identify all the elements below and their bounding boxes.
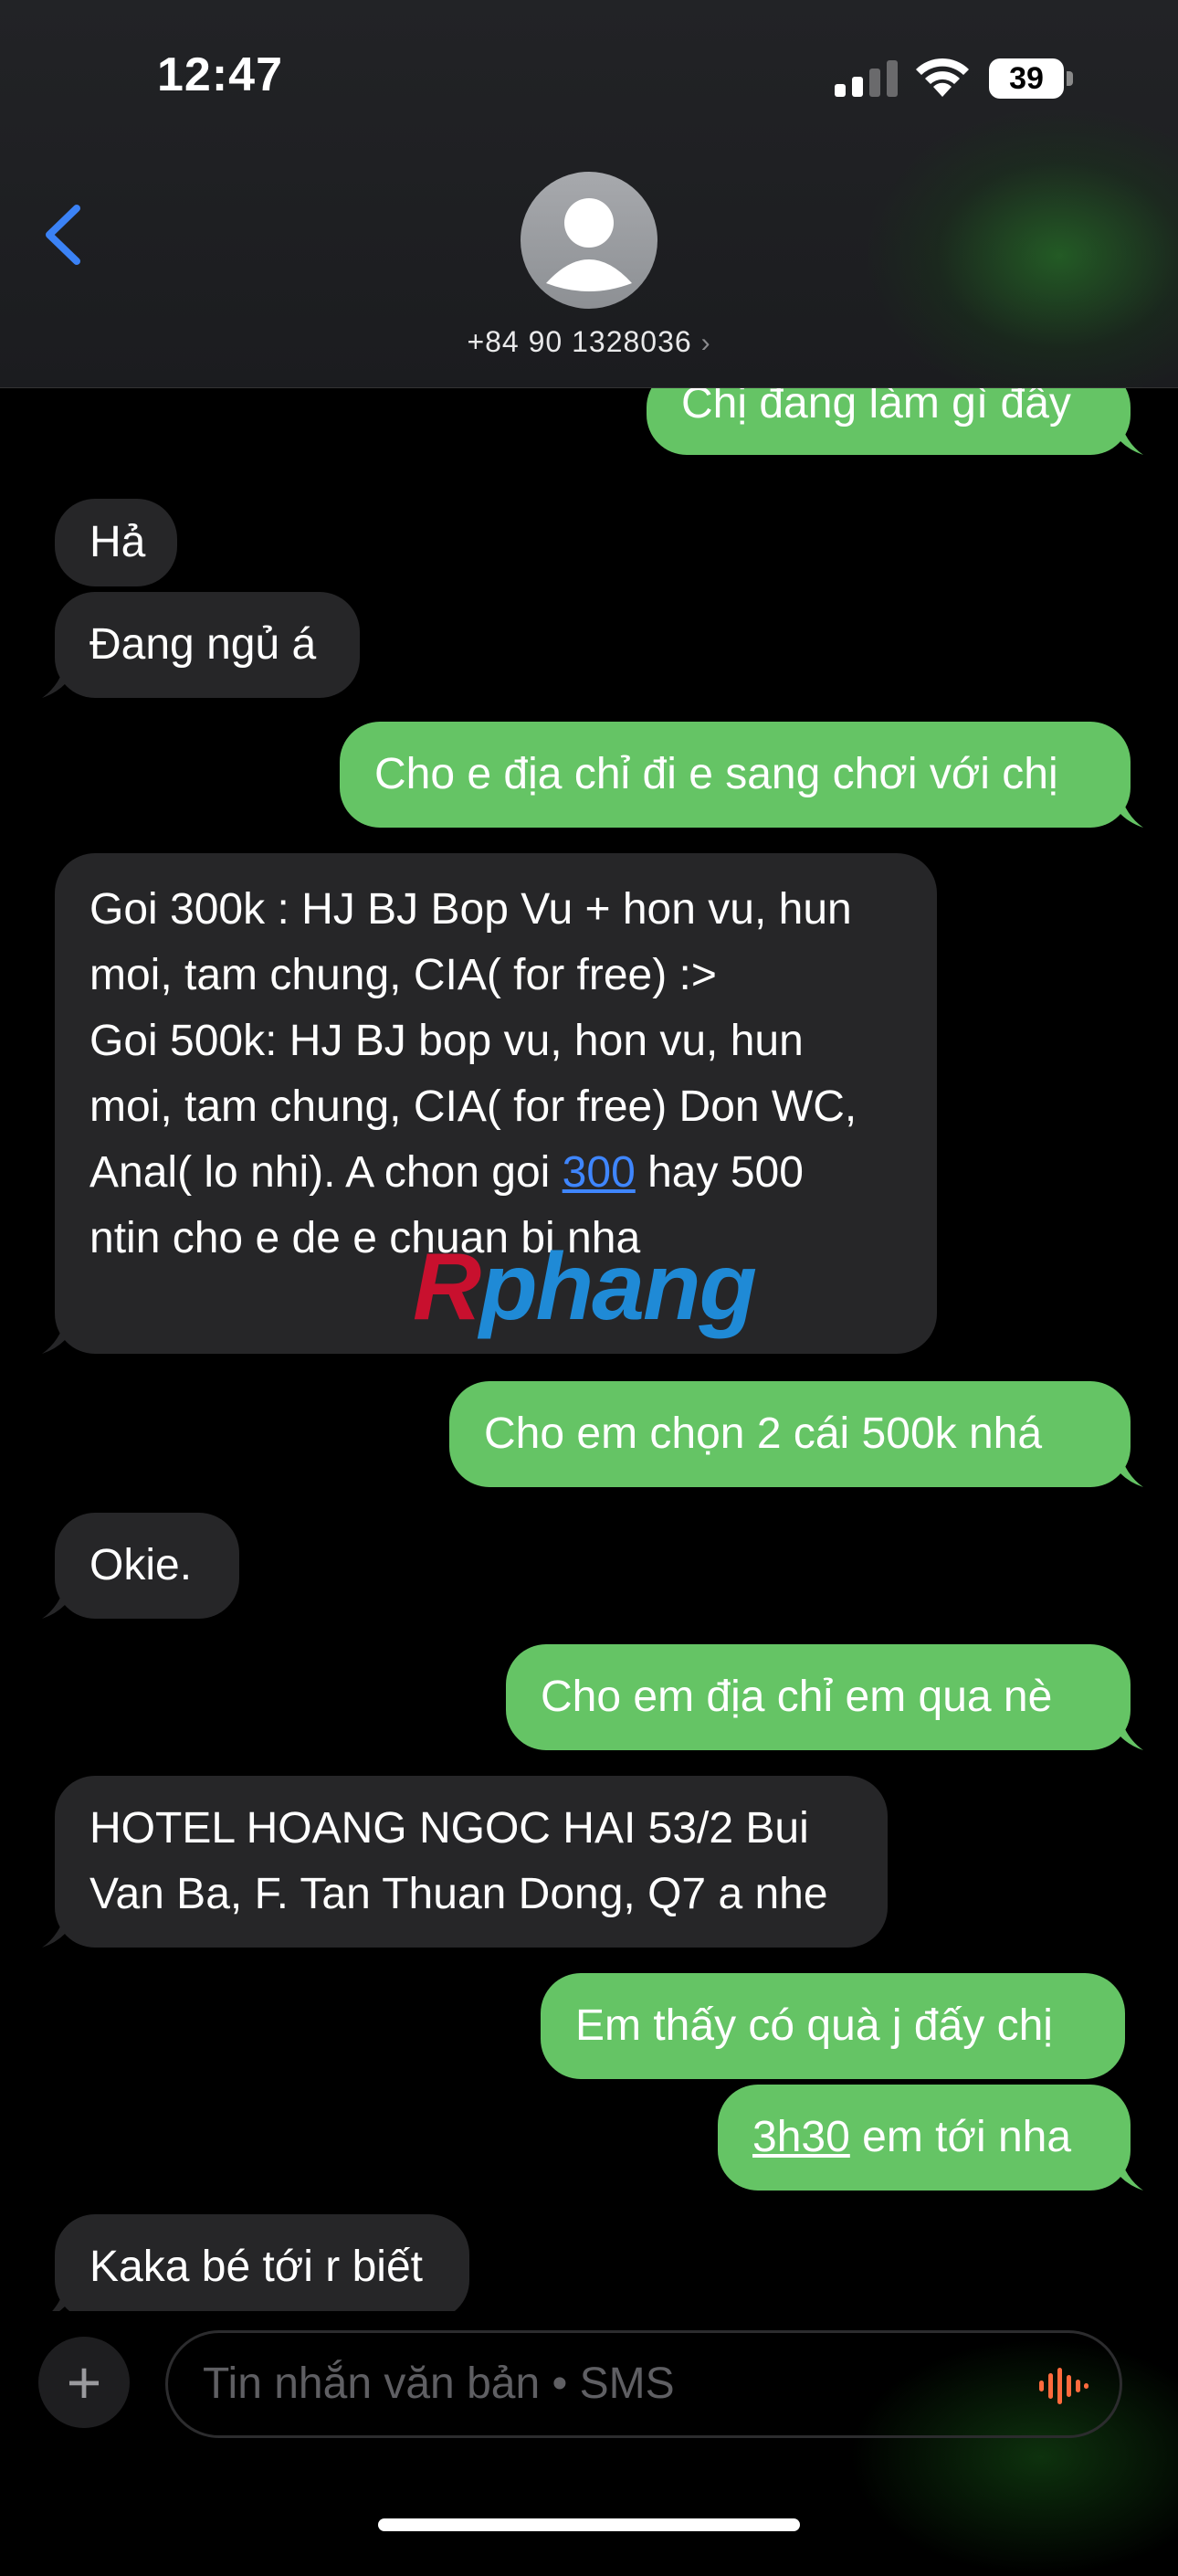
cellular-signal-icon [835,60,898,97]
chevron-right-icon: › [700,328,711,358]
message-received[interactable]: Hả [55,499,177,586]
message-text: Cho em địa chỉ em qua nè [541,1673,1053,1721]
add-attachment-button[interactable]: + [38,2337,130,2428]
conversation-header: 12:47 39 +84 90 1328036 › [0,0,1178,388]
message-input[interactable]: Tin nhắn văn bản • SMS [165,2330,1122,2438]
message-sent[interactable]: 3h30 em tới nha [718,2085,1143,2191]
watermark-logo: Rphang [413,1234,757,1340]
message-sent[interactable]: Cho em địa chỉ em qua nè [506,1644,1143,1750]
message-line: Goi 500k: HJ BJ bop vu, hon vu, hun [89,1017,804,1065]
back-chevron-icon[interactable] [40,203,86,267]
message-text: Đang ngủ á [89,620,317,669]
audio-waveform-icon[interactable] [1037,2366,1089,2406]
message-sent[interactable]: Cho e địa chỉ đi e sang chơi với chị [340,722,1143,828]
message-line: Anal( lo nhi). A chon goi 300 hay 500 [89,1148,804,1197]
message-line: moi, tam chung, CIA( for free) :> [89,951,717,999]
message-sent[interactable]: Cho em chọn 2 cái 500k nhá [449,1381,1143,1487]
battery-level: 39 [1009,61,1044,96]
phone-link[interactable]: 300 [563,1148,636,1197]
battery-icon: 39 [989,58,1073,99]
status-time: 12:47 [157,48,283,101]
message-received[interactable]: Đang ngủ á [42,592,360,698]
message-line: moi, tam chung, CIA( for free) Don WC, [89,1082,857,1131]
contact-avatar[interactable] [521,172,657,309]
time-link[interactable]: 3h30 [752,2113,850,2161]
home-indicator[interactable] [378,2518,800,2531]
message-line: HOTEL HOANG NGOC HAI 53/2 Bui [89,1804,809,1853]
person-icon [546,198,632,291]
contact-name[interactable]: +84 90 1328036 › [0,325,1178,359]
message-sent[interactable]: Em thấy có quà j đấy chị [541,1973,1125,2079]
message-text: Em thấy có quà j đấy chị [575,2001,1053,2050]
message-line: Van Ba, F. Tan Thuan Dong, Q7 a nhe [89,1870,828,1918]
message-text: Hả [89,518,146,566]
message-received[interactable]: Okie. [42,1513,239,1619]
wifi-icon [916,58,969,97]
plus-icon: + [66,2349,102,2416]
message-text: Cho em chọn 2 cái 500k nhá [484,1409,1043,1458]
message-received[interactable]: Kaka bé tới r biết [42,2214,469,2320]
message-text: Kaka bé tới r biết [89,2243,423,2291]
message-text: Okie. [89,1541,193,1589]
message-line: Goi 300k : HJ BJ Bop Vu + hon vu, hun [89,885,852,934]
message-received[interactable]: HOTEL HOANG NGOC HAI 53/2 Bui Van Ba, F.… [42,1776,888,1948]
message-text: Cho e địa chỉ đi e sang chơi với chị [374,750,1058,798]
message-text: em tới nha [849,2113,1072,2161]
status-bar: 12:47 39 [0,0,1178,137]
message-input-placeholder: Tin nhắn văn bản • SMS [203,2360,675,2408]
